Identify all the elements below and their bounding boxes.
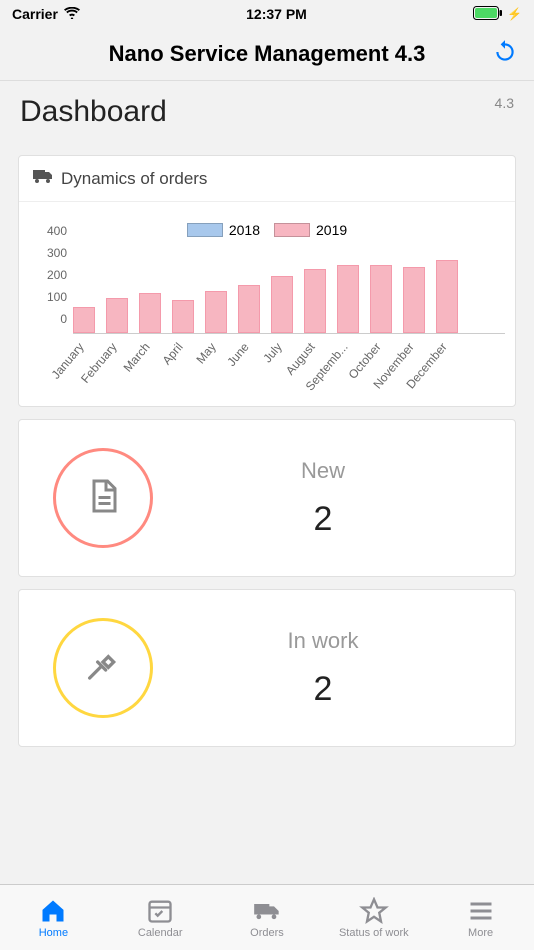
chart-legend: 2018 2019 xyxy=(29,222,505,238)
chart-bar xyxy=(403,267,425,333)
chart-bar xyxy=(238,285,260,333)
chart-area: 0100200300400 JanuaryFebruaryMarchAprilM… xyxy=(29,246,505,396)
tab-orders[interactable]: Orders xyxy=(214,885,321,950)
x-axis-label: May xyxy=(193,340,218,366)
x-axis-labels: JanuaryFebruaryMarchAprilMayJuneJulyAugu… xyxy=(73,334,505,390)
chart-card: Dynamics of orders 2018 2019 01002003004… xyxy=(18,155,516,407)
status-time: 12:37 PM xyxy=(246,6,307,22)
wifi-icon xyxy=(64,6,80,22)
chart-bar xyxy=(436,260,458,333)
tab-more[interactable]: More xyxy=(427,885,534,950)
tab-label-orders: Orders xyxy=(250,927,284,939)
x-axis-label: April xyxy=(160,340,186,367)
stat-card-inwork[interactable]: In work 2 xyxy=(18,589,516,747)
home-icon xyxy=(38,897,68,925)
orders-icon xyxy=(252,897,282,925)
stat-value-inwork: 2 xyxy=(153,670,493,709)
document-icon xyxy=(85,478,121,519)
page-version: 4.3 xyxy=(495,95,514,111)
refresh-icon xyxy=(492,39,518,65)
x-axis-label: June xyxy=(224,340,251,369)
stat-ring-new xyxy=(53,448,153,548)
x-axis-label: July xyxy=(260,340,284,365)
chart-bar xyxy=(337,265,359,333)
stat-ring-inwork xyxy=(53,618,153,718)
app-title: Nano Service Management 4.3 xyxy=(109,41,426,67)
stat-card-new[interactable]: New 2 xyxy=(18,419,516,577)
carrier-label: Carrier xyxy=(12,6,58,22)
chart-bar xyxy=(271,276,293,333)
tab-status[interactable]: Status of work xyxy=(320,885,427,950)
chart-bar xyxy=(73,307,95,333)
stat-label-inwork: In work xyxy=(153,628,493,654)
legend-2018: 2018 xyxy=(187,222,260,238)
x-axis-label: March xyxy=(121,340,153,375)
legend-swatch-2019 xyxy=(274,223,310,237)
stat-label-new: New xyxy=(153,458,493,484)
app-header: Nano Service Management 4.3 xyxy=(0,28,534,80)
tab-bar: Home Calendar Orders Status of work More xyxy=(0,884,534,950)
tab-label-calendar: Calendar xyxy=(138,927,183,939)
menu-icon xyxy=(466,897,496,925)
tab-label-more: More xyxy=(468,927,493,939)
tab-home[interactable]: Home xyxy=(0,885,107,950)
calendar-icon xyxy=(145,897,175,925)
legend-swatch-2018 xyxy=(187,223,223,237)
truck-icon xyxy=(33,168,53,189)
chart-bars xyxy=(73,246,505,334)
legend-2019: 2019 xyxy=(274,222,347,238)
page-title: Dashboard xyxy=(20,95,167,129)
tab-calendar[interactable]: Calendar xyxy=(107,885,214,950)
legend-label-2018: 2018 xyxy=(229,222,260,238)
status-bar: Carrier 12:37 PM ⚡ xyxy=(0,0,534,28)
refresh-button[interactable] xyxy=(492,39,518,70)
chart-title: Dynamics of orders xyxy=(61,169,207,189)
charging-icon: ⚡ xyxy=(507,7,522,21)
tab-label-status: Status of work xyxy=(339,927,409,939)
chart-bar xyxy=(106,298,128,333)
star-icon xyxy=(359,897,389,925)
chart-bar xyxy=(172,300,194,333)
chart-bar xyxy=(205,291,227,333)
chart-bar xyxy=(139,293,161,333)
stat-value-new: 2 xyxy=(153,500,493,539)
battery-icon xyxy=(473,6,503,23)
chart-card-header: Dynamics of orders xyxy=(19,156,515,202)
y-axis: 0100200300400 xyxy=(29,246,69,334)
page-header: Dashboard 4.3 xyxy=(0,80,534,143)
gavel-icon xyxy=(87,650,119,687)
legend-label-2019: 2019 xyxy=(316,222,347,238)
chart-bar xyxy=(304,269,326,333)
tab-label-home: Home xyxy=(39,927,68,939)
chart-bar xyxy=(370,265,392,333)
chart-body: 2018 2019 0100200300400 JanuaryFebruaryM… xyxy=(19,202,515,406)
